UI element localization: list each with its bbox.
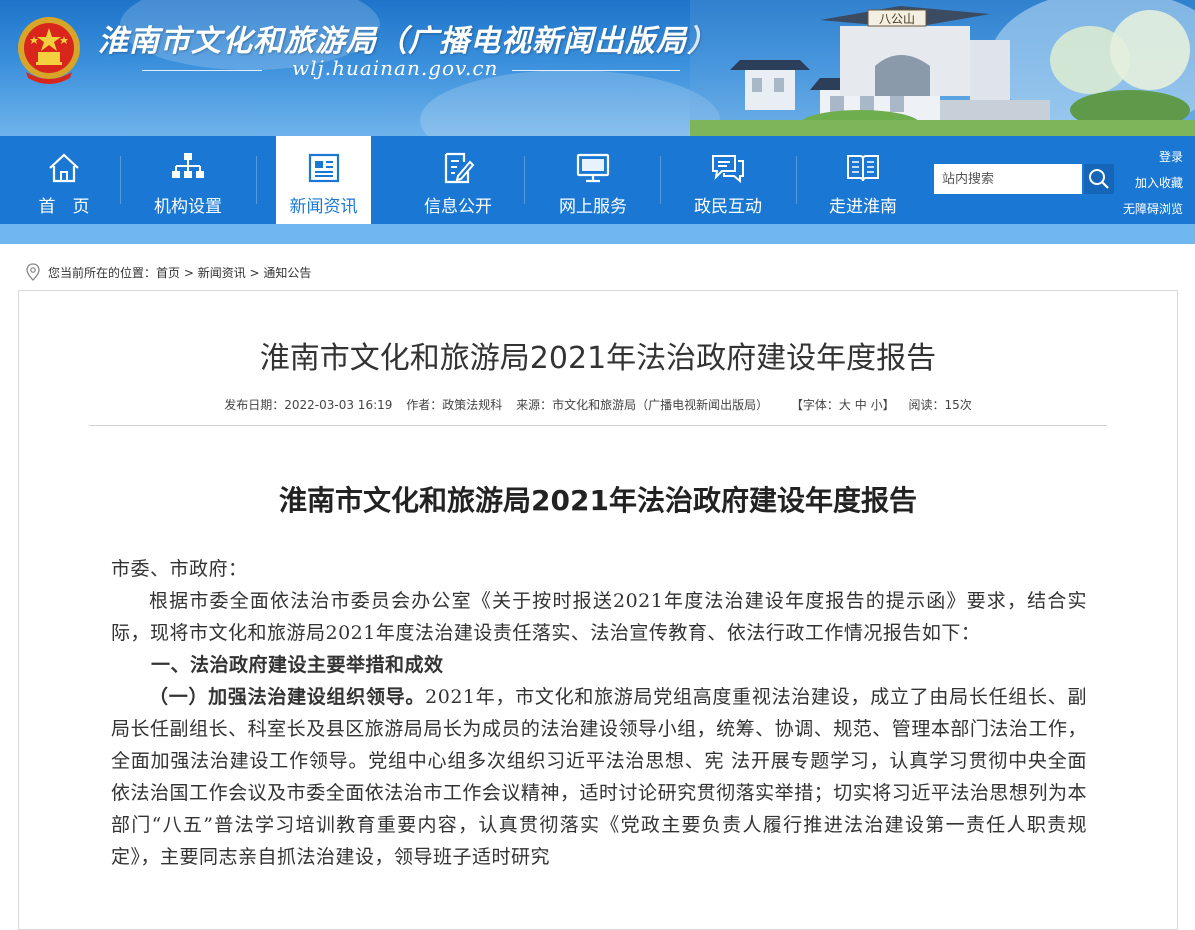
nav-item-interaction[interactable]: 政民互动 (664, 136, 792, 224)
accessible-browse-link[interactable]: 无障碍浏览 (1123, 196, 1183, 222)
article-title: 淮南市文化和旅游局2021年法治政府建设年度报告 (259, 341, 937, 376)
paragraph: 根据市委全面依法治市委员会办公室《关于按时报送2021年度法治建设年度报告的提示… (111, 590, 1087, 644)
nav-item-label: 政民互动 (694, 197, 762, 217)
nav-bottom-strip (0, 224, 1195, 244)
add-favorite-link[interactable]: 加入收藏 (1123, 170, 1183, 196)
login-link[interactable]: 登录 (1123, 144, 1183, 170)
nav-item-label: 网上服务 (559, 197, 627, 217)
home-icon (49, 153, 79, 183)
font-size-prefix: 【字体： (790, 398, 839, 412)
breadcrumb-prefix: 您当前所在的位置： (48, 266, 157, 280)
monitor-icon (576, 153, 610, 183)
breadcrumb-separator: > (245, 266, 264, 280)
site-url: wlj.huainan.gov.cn (292, 56, 499, 80)
search-icon (1089, 169, 1109, 189)
publish-date: 发布日期：2022-03-03 16:19 (224, 398, 393, 412)
scenic-gate-illustration: 八公山 (690, 0, 1195, 136)
nav-separator (660, 156, 661, 204)
nav-item-label: 新闻资讯 (289, 197, 358, 217)
national-emblem-icon (18, 17, 80, 84)
author: 作者：政策法规科 (406, 398, 503, 412)
font-size-suffix: 】 (882, 398, 895, 412)
nav-separator (120, 156, 121, 204)
gate-sign: 八公山 (879, 12, 915, 26)
edit-doc-icon (444, 152, 475, 184)
nav-item-label: 机构设置 (154, 197, 222, 217)
salutation: 市委、市政府： (111, 558, 248, 580)
main-nav: 首 页 机构设置 新闻资讯 信息公开 网上服务 政民互动 走进淮南 站内搜索 登… (0, 136, 1195, 224)
content-title: 淮南市文化和旅游局2021年法治政府建设年度报告 (279, 484, 917, 517)
view-count: 阅读：15次 (908, 398, 972, 412)
nav-item-organization[interactable]: 机构设置 (124, 136, 252, 224)
breadcrumb-home[interactable]: 首页 (156, 266, 180, 280)
nav-item-home[interactable]: 首 页 (0, 136, 128, 224)
font-size-controls: 【字体：大 中 小】 (791, 398, 895, 412)
org-chart-icon (172, 153, 204, 178)
breadcrumb-text: 您当前所在的位置：首页 > 新闻资讯 > 通知公告 (48, 264, 311, 281)
site-title: 淮南市文化和旅游局（广播电视新闻出版局） (98, 24, 718, 59)
nav-item-online-service[interactable]: 网上服务 (529, 136, 657, 224)
font-medium-button[interactable]: 中 (855, 398, 867, 412)
url-divider (512, 70, 680, 71)
url-divider (142, 70, 262, 71)
subsection-heading: （一）加强法治建设组织领导。 (149, 686, 426, 708)
nav-item-label: 信息公开 (424, 197, 492, 217)
search-input[interactable] (934, 164, 1082, 194)
meta-divider (89, 425, 1107, 426)
chat-icon (712, 155, 744, 184)
breadcrumb: 您当前所在的位置：首页 > 新闻资讯 > 通知公告 (0, 244, 1195, 284)
search-button[interactable] (1084, 164, 1114, 194)
paragraph: （一）加强法治建设组织领导。2021年，市文化和旅游局党组高度重视法治建设，成立… (111, 681, 1087, 873)
book-icon (847, 155, 879, 182)
paragraph-text: 2021年，市文化和旅游局党组高度重视法治建设，成立了由局长任组长、副局长任副组… (111, 686, 1087, 868)
breadcrumb-news[interactable]: 新闻资讯 (198, 266, 246, 280)
nav-item-info-disclosure[interactable]: 信息公开 (394, 136, 522, 224)
nav-separator (796, 156, 797, 204)
article-body: 市委、市政府： 根据市委全面依法治市委员会办公室《关于按时报送2021年度法治建… (111, 553, 1087, 873)
breadcrumb-separator: > (180, 266, 198, 280)
nav-separator (524, 156, 525, 204)
article-meta: 发布日期：2022-03-03 16:19 作者：政策法规科 来源：市文化和旅游… (19, 396, 1177, 413)
article-panel: 淮南市文化和旅游局2021年法治政府建设年度报告 发布日期：2022-03-03… (18, 290, 1178, 930)
nav-item-about-huainan[interactable]: 走进淮南 (799, 136, 927, 224)
font-large-button[interactable]: 大 (839, 398, 851, 412)
site-banner: 淮南市文化和旅游局（广播电视新闻出版局） wlj.huainan.gov.cn … (0, 0, 1195, 136)
nav-separator (256, 156, 257, 204)
location-pin-icon (26, 263, 40, 281)
font-small-button[interactable]: 小 (871, 398, 883, 412)
nav-item-news[interactable]: 新闻资讯 (276, 136, 371, 224)
top-links: 登录 加入收藏 无障碍浏览 (1123, 144, 1183, 222)
nav-item-label: 走进淮南 (829, 197, 897, 217)
section-heading: 一、法治政府建设主要举措和成效 (151, 654, 444, 676)
nav-item-label: 首 页 (38, 197, 90, 217)
news-icon (308, 153, 339, 183)
source: 来源：市文化和旅游局（广播电视新闻出版局） (516, 398, 769, 412)
breadcrumb-notices[interactable]: 通知公告 (263, 266, 311, 280)
